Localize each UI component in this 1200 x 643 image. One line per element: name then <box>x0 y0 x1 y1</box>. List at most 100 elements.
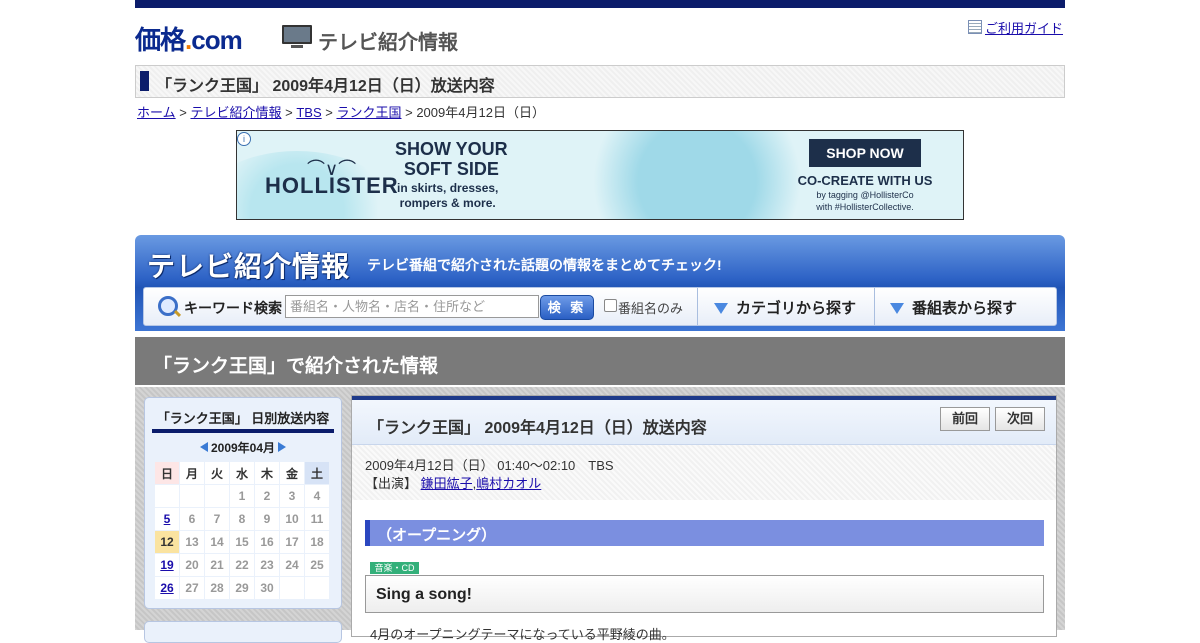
item-description: 4月のオープニングテーマになっている平野綾の曲。 <box>370 627 675 642</box>
calendar-day: 24 <box>279 553 305 577</box>
calendar-day: 20 <box>179 553 205 577</box>
weekday-label: 木 <box>254 461 280 485</box>
breadcrumb-current: 2009年4月12日（日） <box>416 105 545 120</box>
broadcast-detail-panel: 「ランク王国」 2009年4月12日（日）放送内容 前回 次回 2009年4月1… <box>351 395 1057 642</box>
program-only-checkbox[interactable] <box>604 299 617 312</box>
category-search-link[interactable]: カテゴリから探す <box>714 297 856 318</box>
section-title: 「ランク王国」で紹介された情報 <box>153 356 439 377</box>
calendar-month: 2009年04月 <box>210 441 276 455</box>
calendar-day: 7 <box>204 507 230 531</box>
cast-link[interactable]: 鎌田紘子 <box>421 476 473 491</box>
calendar-day: 6 <box>179 507 205 531</box>
guide-link-text[interactable]: ご利用ガイド <box>985 21 1063 36</box>
triangle-down-icon <box>890 303 904 314</box>
weekday-label: 火 <box>204 461 230 485</box>
ad-sub-line: in skirts, dresses, <box>397 181 499 195</box>
calendar-heading: 「ランク王国」 日別放送内容 <box>156 411 330 426</box>
prev-month-icon[interactable] <box>199 442 208 452</box>
category-search-label: カテゴリから探す <box>736 300 857 317</box>
tv-info-logo[interactable]: テレビ紹介情報 <box>147 245 350 285</box>
document-icon <box>967 20 982 34</box>
ad-tagline-line: with #HollisterCollective. <box>816 202 914 212</box>
secondary-sidebar-box <box>144 621 342 643</box>
weekday-label: 月 <box>179 461 205 485</box>
weekday-label: 日 <box>154 461 180 485</box>
calendar-day: 16 <box>254 530 280 554</box>
calendar-day: 11 <box>304 507 330 531</box>
calendar-day: 22 <box>229 553 255 577</box>
calendar-day[interactable]: 19 <box>154 553 180 577</box>
ad-info-icon[interactable]: i <box>237 132 251 146</box>
breadcrumb: ホーム > テレビ紹介情報 > TBS > ランク王国 > 2009年4月12日… <box>137 102 545 121</box>
calendar-day <box>179 484 205 508</box>
calendar-month-nav: 2009年04月 <box>145 439 341 456</box>
kakaku-logo[interactable]: 価格.com <box>135 20 243 57</box>
breadcrumb-separator: > <box>405 105 413 120</box>
calendar-day: 14 <box>204 530 230 554</box>
calendar-weekday-row: 日月火水木金土 <box>154 461 330 485</box>
search-bar: キーワード検索 検 索 番組名のみ カテゴリから探す 番組表から探す <box>143 287 1057 326</box>
calendar-day-link[interactable]: 5 <box>164 512 171 526</box>
calendar-grid: 日月火水木金土 1 2 3 4 5 6 7 8 9 10 11 12 13 14 15 16 17 18 19 20 21… <box>154 461 330 600</box>
breadcrumb-tbs[interactable]: TBS <box>296 105 321 120</box>
featured-item[interactable]: Sing a song! <box>365 575 1044 613</box>
breadcrumb-separator: > <box>285 105 293 120</box>
next-month-icon[interactable] <box>278 442 287 452</box>
site-section-title[interactable]: テレビ紹介情報 <box>318 26 458 55</box>
prev-broadcast-button[interactable]: 前回 <box>940 407 990 431</box>
calendar-week: 26 27 28 29 30 <box>154 576 330 600</box>
keyword-search-input[interactable] <box>285 295 539 318</box>
calendar-day-link[interactable]: 19 <box>160 558 173 572</box>
calendar-day: 23 <box>254 553 280 577</box>
weekday-label: 金 <box>279 461 305 485</box>
ad-headline-line: SHOW YOUR <box>395 139 508 159</box>
user-guide-link[interactable]: ご利用ガイド <box>967 18 1063 37</box>
broadcast-info: 2009年4月12日（日） 01:40～02:10 TBS 【出演】 鎌田紘子,… <box>352 445 1056 500</box>
search-button[interactable]: 検 索 <box>540 295 594 320</box>
segment-title: （オープニング） <box>377 527 497 544</box>
breadcrumb-program[interactable]: ランク王国 <box>336 105 401 120</box>
broadcast-calendar: 「ランク王国」 日別放送内容 2009年04月 日月火水木金土1234 56789… <box>144 397 342 609</box>
search-icon <box>158 296 178 316</box>
page-title-box: 「ランク王国」 2009年4月12日（日）放送内容 <box>135 65 1065 98</box>
ad-cocreate: CO-CREATE WITH US <box>797 173 933 188</box>
calendar-day-link[interactable]: 26 <box>160 581 173 595</box>
breadcrumb-tv-info[interactable]: テレビ紹介情報 <box>190 105 281 120</box>
breadcrumb-home[interactable]: ホーム <box>137 105 176 120</box>
title-marker <box>140 71 149 91</box>
breadcrumb-separator: > <box>179 105 187 120</box>
weekday-label: 水 <box>229 461 255 485</box>
calendar-day[interactable]: 5 <box>154 507 180 531</box>
calendar-day: 28 <box>204 576 230 600</box>
calendar-week: 1234 <box>154 484 330 508</box>
page-title: 「ランク王国」 2009年4月12日（日）放送内容 <box>156 78 495 95</box>
calendar-day: 1 <box>229 484 255 508</box>
calendar-day <box>304 576 330 600</box>
calendar-rule <box>152 429 334 433</box>
ad-splash <box>567 131 827 219</box>
calendar-day: 3 <box>279 484 305 508</box>
shop-now-button[interactable]: SHOP NOW <box>809 139 921 167</box>
calendar-day[interactable]: 26 <box>154 576 180 600</box>
broadcast-datetime: 2009年4月12日（日） 01:40～02:10 TBS <box>365 458 614 473</box>
calendar-day: 18 <box>304 530 330 554</box>
segment-edge <box>365 520 370 546</box>
hollister-ad-banner[interactable]: ⌒∨⌒ HOLLISTER SHOW YOUR SOFT SIDE in ski… <box>236 130 964 220</box>
ad-headline: SHOW YOUR SOFT SIDE <box>395 139 508 179</box>
calendar-day: 8 <box>229 507 255 531</box>
next-broadcast-button[interactable]: 次回 <box>995 407 1045 431</box>
cast-link[interactable]: 嶋村カオル <box>476 476 541 491</box>
breadcrumb-separator: > <box>325 105 333 120</box>
logo-com: com <box>191 25 242 55</box>
keyword-search-label: キーワード検索 <box>184 300 282 316</box>
calendar-day <box>279 576 305 600</box>
ad-tagline-line: by tagging @HollisterCo <box>816 190 914 200</box>
triangle-down-icon <box>714 303 728 314</box>
program-only-label[interactable]: 番組名のみ <box>618 298 683 317</box>
calendar-day: 25 <box>304 553 330 577</box>
ad-subtext: in skirts, dresses, rompers & more. <box>397 181 498 211</box>
schedule-search-link[interactable]: 番組表から探す <box>890 297 1017 318</box>
divider <box>874 288 875 325</box>
calendar-day: 9 <box>254 507 280 531</box>
weekday-label: 土 <box>304 461 330 485</box>
